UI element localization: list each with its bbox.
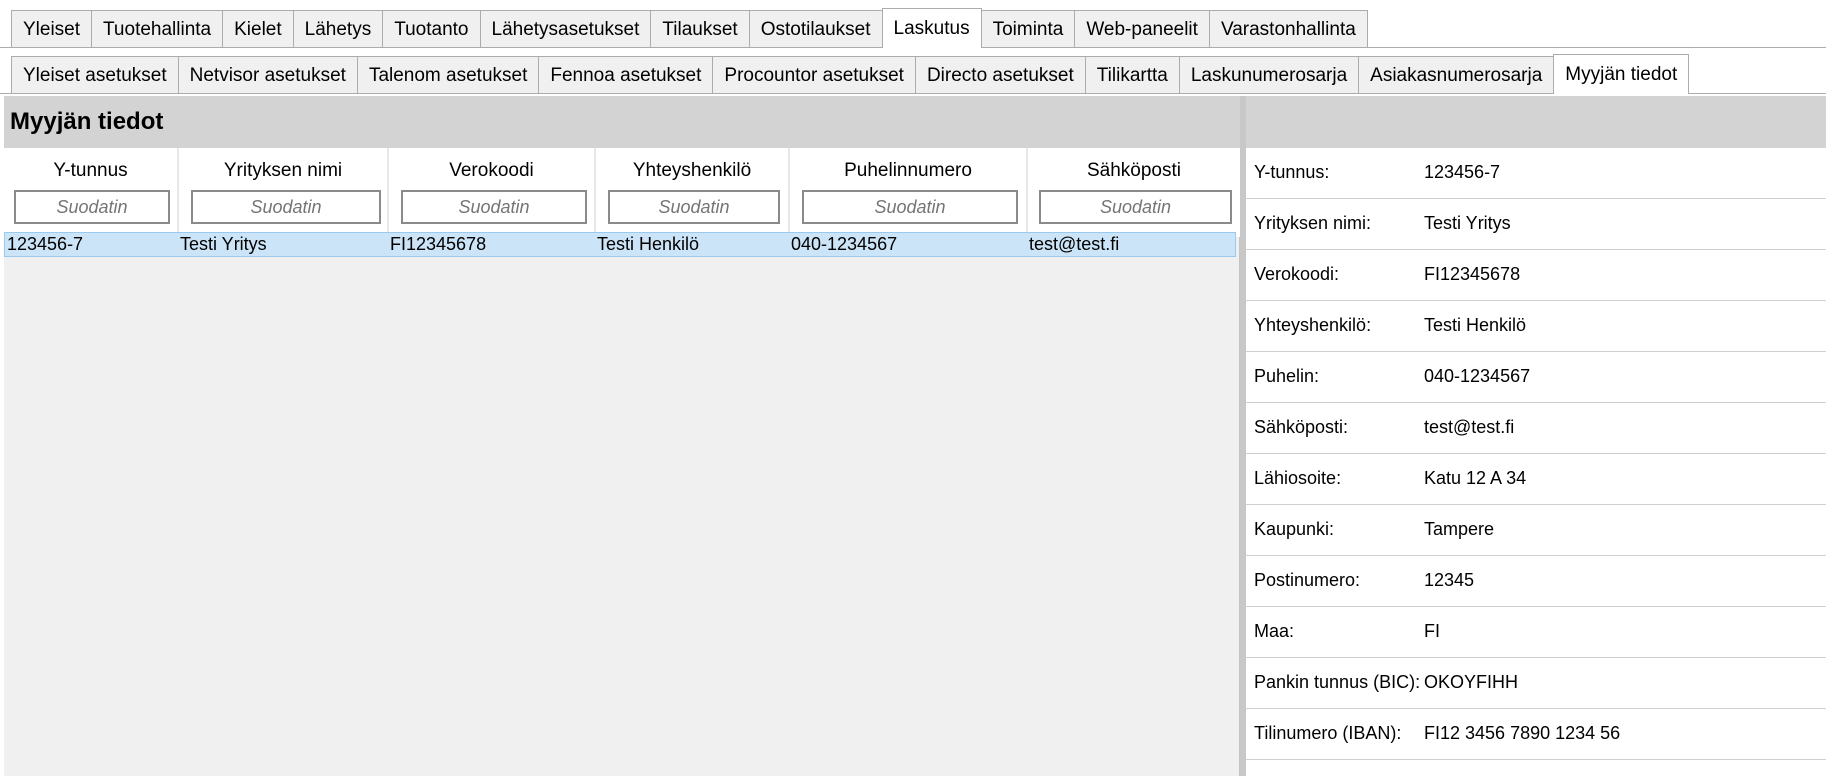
tab-lahetys[interactable]: Lähetys (292, 10, 384, 47)
seller-details-pane: Y-tunnus: 123456-7 Yrityksen nimi: Testi… (1246, 96, 1826, 776)
detail-value: Tampere (1424, 519, 1495, 539)
grid-pane-header: Myyjän tiedot (4, 96, 1240, 148)
subtab-directo-asetukset[interactable]: Directo asetukset (914, 56, 1086, 93)
tab-yleiset[interactable]: Yleiset (11, 10, 93, 47)
detail-label: Sähköposti: (1254, 417, 1349, 437)
column-y-tunnus: Y-tunnus (4, 148, 179, 237)
cell-sahkoposti: test@test.fi (1029, 234, 1120, 254)
seller-grid-pane: Myyjän tiedot Y-tunnus Yrityksen nimi Ve… (4, 96, 1240, 776)
cell-yrityksen-nimi: Testi Yritys (180, 234, 267, 254)
cell-y-tunnus: 123456-7 (7, 234, 84, 254)
detail-row-maa: Maa: FI (1246, 607, 1826, 658)
details-pane-header (1246, 96, 1826, 148)
tab-toiminta[interactable]: Toiminta (980, 10, 1076, 47)
filter-input-y-tunnus[interactable] (14, 190, 170, 224)
grid-header: Y-tunnus Yrityksen nimi Verokoodi Yhteys… (4, 148, 1240, 237)
detail-row-postinumero: Postinumero: 12345 (1246, 556, 1826, 607)
detail-value: FI (1424, 621, 1440, 641)
column-sahkoposti: Sähköposti (1028, 148, 1240, 237)
detail-value: FI12345678 (1424, 264, 1521, 284)
column-header-verokoodi[interactable]: Verokoodi (389, 160, 594, 182)
detail-label: Postinumero: (1254, 570, 1361, 590)
detail-label: Maa: (1254, 621, 1295, 641)
detail-value: Katu 12 A 34 (1424, 468, 1527, 488)
detail-value: 040-1234567 (1424, 366, 1531, 386)
subtab-tilikartta[interactable]: Tilikartta (1084, 56, 1180, 93)
detail-value: 123456-7 (1424, 162, 1501, 182)
subtab-asiakasnumerosarja[interactable]: Asiakasnumerosarja (1358, 56, 1555, 93)
subtab-fennoa-asetukset[interactable]: Fennoa asetukset (538, 56, 714, 93)
detail-label: Tilinumero (IBAN): (1254, 723, 1402, 743)
column-yrityksen-nimi: Yrityksen nimi (179, 148, 389, 237)
subtab-laskunumerosarja[interactable]: Laskunumerosarja (1178, 56, 1360, 93)
column-header-sahkoposti[interactable]: Sähköposti (1028, 160, 1240, 182)
tab-web-paneelit[interactable]: Web-paneelit (1074, 10, 1210, 47)
tab-tuotanto[interactable]: Tuotanto (382, 10, 481, 47)
column-puhelinnumero: Puhelinnumero (790, 148, 1028, 237)
detail-label: Y-tunnus: (1254, 162, 1330, 182)
cell-puhelinnumero: 040-1234567 (791, 234, 898, 254)
detail-value: 12345 (1424, 570, 1475, 590)
detail-label: Verokoodi: (1254, 264, 1340, 284)
column-verokoodi: Verokoodi (389, 148, 596, 237)
tab-tuotehallinta[interactable]: Tuotehallinta (91, 10, 224, 47)
page-title: Myyjän tiedot (10, 108, 164, 135)
column-header-puhelinnumero[interactable]: Puhelinnumero (790, 160, 1026, 182)
detail-value: test@test.fi (1424, 417, 1515, 437)
detail-row-sahkoposti: Sähköposti: test@test.fi (1246, 403, 1826, 454)
filter-input-verokoodi[interactable] (401, 190, 587, 224)
detail-label: Yrityksen nimi: (1254, 213, 1372, 233)
detail-row-yhteyshenkilo: Yhteyshenkilö: Testi Henkilö (1246, 301, 1826, 352)
detail-row-lahiosoite: Lähiosoite: Katu 12 A 34 (1246, 454, 1826, 505)
filter-input-puhelinnumero[interactable] (802, 190, 1018, 224)
detail-label: Puhelin: (1254, 366, 1320, 386)
column-header-yrityksen-nimi[interactable]: Yrityksen nimi (179, 160, 387, 182)
filter-input-yrityksen-nimi[interactable] (191, 190, 381, 224)
detail-value: Testi Yritys (1424, 213, 1511, 233)
detail-value: OKOYFIHH (1424, 672, 1519, 692)
subtab-yleiset-asetukset[interactable]: Yleiset asetukset (11, 56, 179, 93)
detail-row-kaupunki: Kaupunki: Tampere (1246, 505, 1826, 556)
detail-row-bic: Pankin tunnus (BIC): OKOYFIHH (1246, 658, 1826, 709)
cell-yhteyshenkilo: Testi Henkilö (597, 234, 700, 254)
tab-ostotilaukset[interactable]: Ostotilaukset (748, 10, 883, 47)
detail-label: Pankin tunnus (BIC): (1254, 672, 1421, 692)
detail-value: Testi Henkilö (1424, 315, 1527, 335)
detail-label: Lähiosoite: (1254, 468, 1342, 488)
subtab-procountor-asetukset[interactable]: Procountor asetukset (712, 56, 916, 93)
subtab-talenom-asetukset[interactable]: Talenom asetukset (356, 56, 540, 93)
tab-tilaukset[interactable]: Tilaukset (650, 10, 750, 47)
detail-row-puhelin: Puhelin: 040-1234567 (1246, 352, 1826, 403)
tab-lahetysasetukset[interactable]: Lähetysasetukset (479, 10, 652, 47)
tab-laskutus[interactable]: Laskutus (881, 8, 982, 48)
detail-row-verokoodi: Verokoodi: FI12345678 (1246, 250, 1826, 301)
table-row[interactable]: 123456-7 Testi Yritys FI12345678 Testi H… (4, 232, 1236, 257)
column-header-y-tunnus[interactable]: Y-tunnus (4, 160, 177, 182)
detail-row-iban: Tilinumero (IBAN): FI12 3456 7890 1234 5… (1246, 709, 1826, 760)
cell-verokoodi: FI12345678 (390, 234, 487, 254)
detail-row-y-tunnus: Y-tunnus: 123456-7 (1246, 148, 1826, 199)
subtab-myyjan-tiedot[interactable]: Myyjän tiedot (1553, 54, 1690, 94)
sub-tab-strip: Yleiset asetukset Netvisor asetukset Tal… (0, 48, 1826, 94)
tab-varastonhallinta[interactable]: Varastonhallinta (1208, 10, 1368, 47)
main-tab-strip: Yleiset Tuotehallinta Kielet Lähetys Tuo… (0, 0, 1826, 48)
column-yhteyshenkilo: Yhteyshenkilö (596, 148, 790, 237)
detail-label: Yhteyshenkilö: (1254, 315, 1372, 335)
detail-row-yrityksen-nimi: Yrityksen nimi: Testi Yritys (1246, 199, 1826, 250)
detail-label: Kaupunki: (1254, 519, 1335, 539)
tab-kielet[interactable]: Kielet (222, 10, 294, 47)
column-header-yhteyshenkilo[interactable]: Yhteyshenkilö (596, 160, 788, 182)
filter-input-sahkoposti[interactable] (1039, 190, 1232, 224)
subtab-netvisor-asetukset[interactable]: Netvisor asetukset (177, 56, 358, 93)
detail-value: FI12 3456 7890 1234 56 (1424, 723, 1621, 743)
filter-input-yhteyshenkilo[interactable] (608, 190, 780, 224)
